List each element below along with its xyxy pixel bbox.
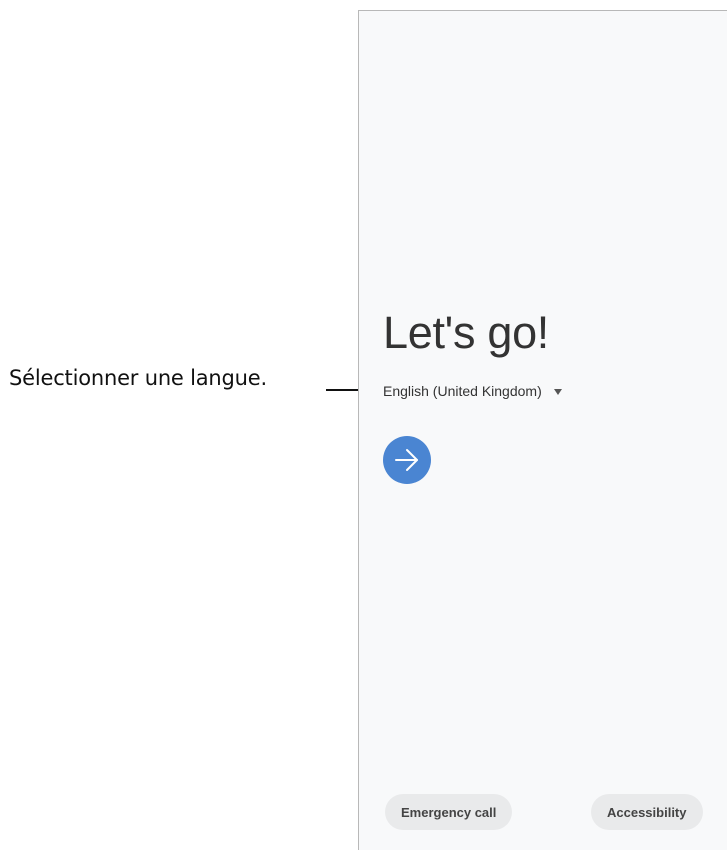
emergency-call-button[interactable]: Emergency call <box>385 794 513 830</box>
arrow-right-icon <box>395 449 418 471</box>
next-button[interactable] <box>383 436 431 484</box>
dropdown-arrow-icon <box>553 388 562 395</box>
callout-label: Sélectionner une langue. <box>9 366 267 390</box>
language-label: English (United Kingdom) <box>383 383 542 399</box>
accessibility-button[interactable]: Accessibility <box>591 794 703 830</box>
language-selector[interactable]: English (United Kingdom) <box>383 383 562 399</box>
welcome-title: Let's go! <box>383 307 550 358</box>
phone-screen: Let's go! English (United Kingdom) Emerg… <box>358 10 727 850</box>
